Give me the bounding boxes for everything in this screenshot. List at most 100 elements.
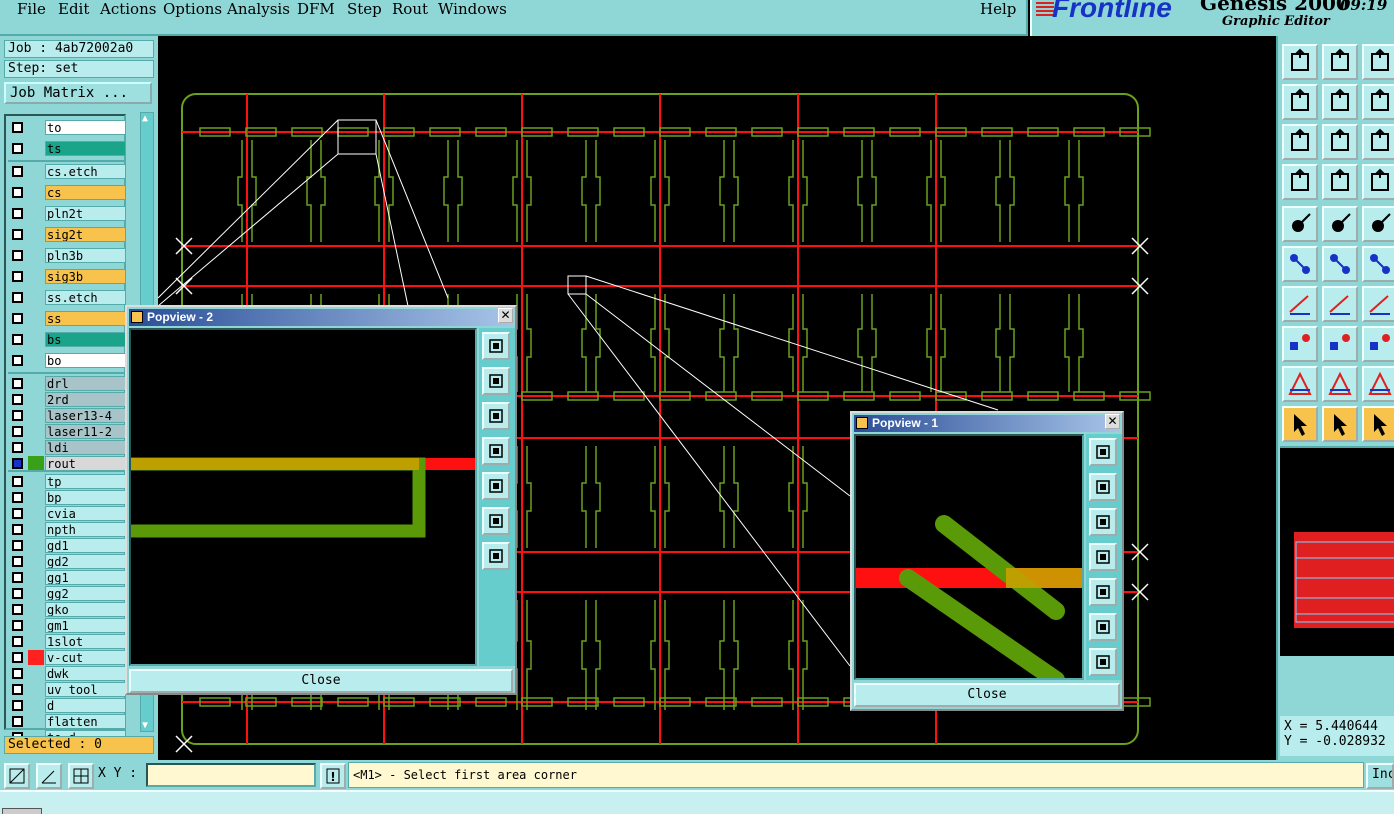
layer-row[interactable]: gd1 (8, 538, 126, 553)
layer-toggle-checkbox[interactable] (12, 540, 23, 551)
layer-toggle-checkbox[interactable] (12, 334, 23, 345)
layer-toggle-checkbox[interactable] (12, 716, 23, 727)
pan-left-button[interactable] (482, 437, 510, 465)
zoom-in-button[interactable] (1089, 613, 1117, 641)
layer-row[interactable]: to (8, 120, 126, 135)
taskbar-icon[interactable] (2, 808, 42, 814)
zoom-down-button[interactable] (1089, 508, 1117, 536)
layer-toggle-checkbox[interactable] (12, 508, 23, 519)
layer-row[interactable]: gm1 (8, 618, 126, 633)
undo-view-button[interactable] (1362, 84, 1394, 120)
layer-name[interactable]: cs.etch (45, 164, 126, 179)
layer-toggle-checkbox[interactable] (12, 476, 23, 487)
menu-actions[interactable]: Actions (100, 0, 156, 18)
menu-windows[interactable]: Windows (438, 0, 507, 18)
layer-toggle-checkbox[interactable] (12, 378, 23, 389)
layer-row[interactable]: cvia (8, 506, 126, 521)
popview-1-titlebar[interactable]: Popview - 1 (854, 415, 1120, 432)
xy-input[interactable] (146, 763, 316, 787)
layer-row[interactable]: v-cut (8, 650, 126, 665)
menu-options[interactable]: Options (163, 0, 222, 18)
layer-toggle-checkbox[interactable] (12, 604, 23, 615)
layer-toggle-checkbox[interactable] (12, 668, 23, 679)
triangle-b-button[interactable] (1322, 366, 1358, 402)
menu-file[interactable]: File (17, 0, 46, 18)
cross-button[interactable] (1322, 246, 1358, 282)
pointer-select-button[interactable] (1362, 406, 1394, 442)
popview-2-close-button[interactable]: Close (129, 669, 513, 693)
scale-1-2-button[interactable] (1362, 124, 1394, 160)
triangle-c-button[interactable] (1362, 366, 1394, 402)
layer-name[interactable]: 2rd (45, 392, 126, 407)
layer-row[interactable]: laser13-4 (8, 408, 126, 423)
layer-toggle-checkbox[interactable] (12, 426, 23, 437)
layer-name[interactable]: gd1 (45, 538, 126, 553)
layer-name[interactable]: d (45, 698, 126, 713)
layer-row[interactable]: pln3b (8, 248, 126, 263)
layer-toggle-checkbox[interactable] (12, 166, 23, 177)
measure-button[interactable] (1362, 326, 1394, 362)
layer-toggle-checkbox[interactable] (12, 684, 23, 695)
scroll-down-icon[interactable]: ▼ (142, 720, 148, 731)
layer-row[interactable]: 2rd (8, 392, 126, 407)
popview-2-titlebar[interactable]: Popview - 2 (129, 309, 513, 326)
menu-rout[interactable]: Rout (392, 0, 428, 18)
layer-toggle-checkbox[interactable] (12, 556, 23, 567)
layer-name[interactable]: drl (45, 376, 126, 391)
layer-row[interactable]: flatten (8, 714, 126, 729)
menu-edit[interactable]: Edit (58, 0, 89, 18)
layer-name[interactable]: ss.etch (45, 290, 126, 305)
layer-name[interactable]: 1slot (45, 634, 126, 649)
grid-mode-button[interactable] (68, 763, 94, 789)
layer-name[interactable]: sig3b (45, 269, 126, 284)
layer-toggle-checkbox[interactable] (12, 208, 23, 219)
connect-button[interactable] (1282, 246, 1318, 282)
window-menu-icon[interactable] (131, 311, 143, 323)
angle-mode-button[interactable] (36, 763, 62, 789)
layer-name[interactable]: bp (45, 490, 126, 505)
layer-toggle-checkbox[interactable] (12, 588, 23, 599)
layer-toggle-checkbox[interactable] (12, 636, 23, 647)
home-button[interactable] (1362, 44, 1394, 80)
pan-left-button[interactable] (1282, 84, 1318, 120)
zoom-fit-button[interactable] (1089, 438, 1117, 466)
layer-row[interactable]: drl (8, 376, 126, 391)
zoom-out-button[interactable] (482, 542, 510, 570)
layer-name[interactable]: pln2t (45, 206, 126, 221)
popview-2-viewport[interactable] (129, 328, 477, 666)
layer-name[interactable]: cvia (45, 506, 126, 521)
layer-row[interactable]: tp (8, 474, 126, 489)
scroll-up-icon[interactable]: ▲ (142, 113, 148, 124)
layer-row[interactable]: cs (8, 185, 126, 200)
arrow-edit-button[interactable] (1362, 246, 1394, 282)
menu-step[interactable]: Step (347, 0, 382, 18)
layer-row[interactable]: sig3b (8, 269, 126, 284)
layer-name[interactable]: cs (45, 185, 126, 200)
layer-toggle-checkbox[interactable] (12, 355, 23, 366)
layer-name[interactable]: laser13-4 (45, 408, 126, 423)
layer-name[interactable]: tp (45, 474, 126, 489)
ruler-button[interactable] (1362, 206, 1394, 242)
overview-map[interactable] (1280, 446, 1394, 656)
layer-toggle-checkbox[interactable] (12, 700, 23, 711)
layer-toggle-checkbox[interactable] (12, 143, 23, 154)
snap-tool-button[interactable] (1282, 164, 1318, 200)
layer-row[interactable]: ts (8, 141, 126, 156)
layer-row[interactable]: d (8, 698, 126, 713)
layer-tool-button[interactable] (1362, 164, 1394, 200)
layer-name[interactable]: rout (45, 456, 126, 471)
popview-1-viewport[interactable] (854, 434, 1084, 680)
layer-name[interactable]: ts (45, 141, 126, 156)
popview-1-close-button[interactable]: Close (854, 683, 1120, 707)
layer-toggle-checkbox[interactable] (12, 122, 23, 133)
triangle-a-button[interactable] (1282, 366, 1318, 402)
pointer-box-button[interactable] (1322, 406, 1358, 442)
zoom-out-button[interactable] (1089, 648, 1117, 676)
layer-toggle-checkbox[interactable] (12, 572, 23, 583)
segment-button[interactable] (1322, 326, 1358, 362)
arc-button[interactable] (1362, 286, 1394, 322)
zoom-up-button[interactable] (1089, 473, 1117, 501)
layer-toggle-checkbox[interactable] (12, 394, 23, 405)
layer-toggle-checkbox[interactable] (12, 313, 23, 324)
layer-toggle-checkbox[interactable] (12, 458, 23, 469)
